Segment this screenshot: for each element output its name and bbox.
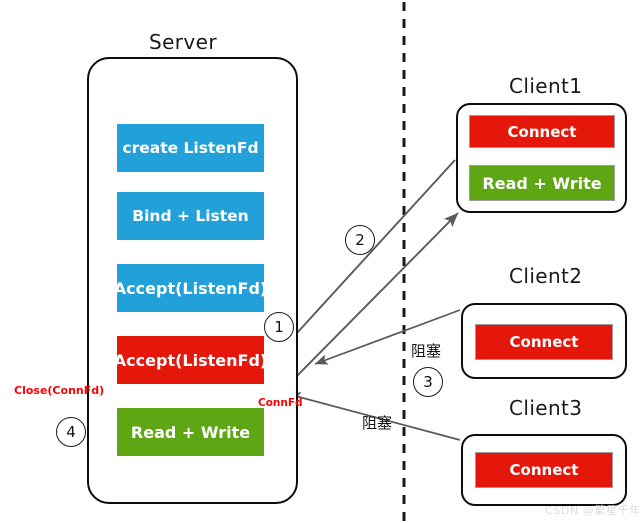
client3-title: Client3: [509, 396, 583, 420]
client1-step-connect[interactable]: Connect: [469, 115, 615, 148]
server-step-accept-listenfd-idle[interactable]: Accept(ListenFd): [114, 264, 267, 312]
diagram-canvas: Server create ListenFd Bind + Listen Acc…: [0, 0, 641, 523]
client1-step-read-write[interactable]: Read + Write: [469, 165, 615, 201]
client2-title: Client2: [509, 264, 583, 288]
server-title: Server: [149, 30, 217, 54]
step-badge-3: 3: [413, 367, 443, 397]
server-step-read-write[interactable]: Read + Write: [117, 408, 264, 456]
client1-title: Client1: [509, 74, 583, 98]
watermark: CSDN @繁星千年: [545, 504, 641, 517]
step-badge-2: 2: [345, 225, 375, 255]
connfd-label: ConnFd: [258, 397, 303, 409]
server-step-accept-listenfd-active[interactable]: Accept(ListenFd): [114, 336, 267, 384]
close-connfd-label: Close(ConnFd): [14, 384, 105, 397]
client3-step-connect[interactable]: Connect: [475, 452, 613, 488]
client2-step-connect[interactable]: Connect: [475, 324, 613, 360]
step-badge-4: 4: [56, 417, 86, 447]
server-step-bind-listen[interactable]: Bind + Listen: [117, 192, 264, 240]
step-badge-1: 1: [264, 312, 294, 342]
server-step-create-listenfd[interactable]: create ListenFd: [117, 124, 264, 172]
blocking-label-client3: 阻塞: [362, 414, 393, 432]
blocking-label-client2: 阻塞: [411, 342, 442, 360]
